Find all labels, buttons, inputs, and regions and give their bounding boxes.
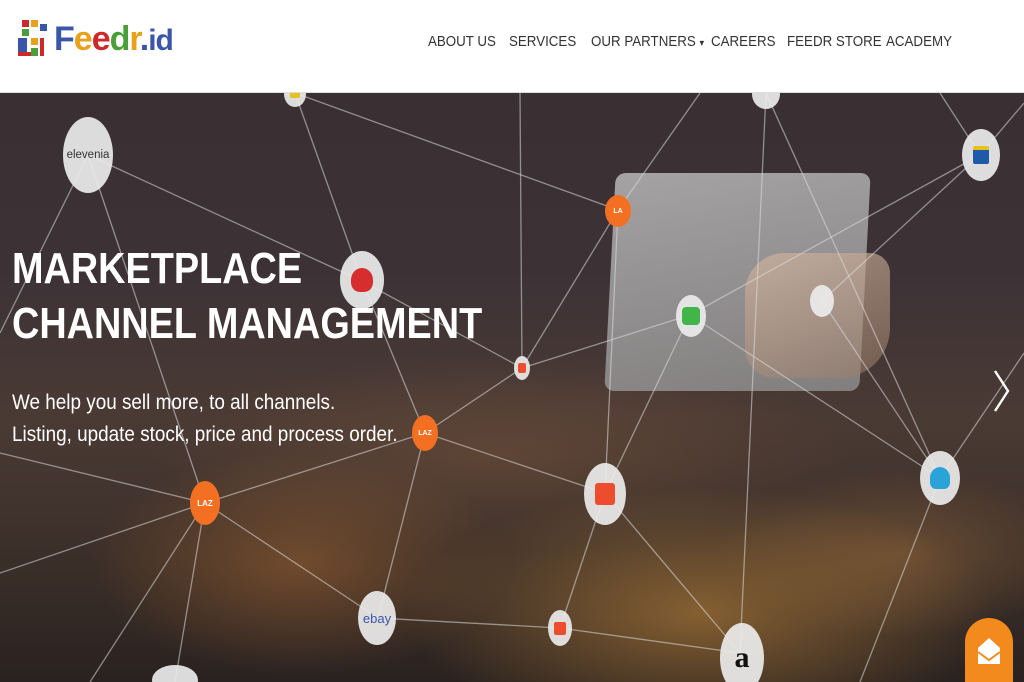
hero-subtitle: We help you sell more, to all channels. … xyxy=(12,387,398,451)
hero-title-line2: CHANNEL MANAGEMENT xyxy=(12,299,483,348)
envelope-icon xyxy=(977,638,1001,664)
nav-academy[interactable]: ACADEMY xyxy=(886,31,952,53)
nav-services[interactable]: SERVICES xyxy=(509,31,576,53)
nav-about-us[interactable]: ABOUT US xyxy=(428,31,496,53)
main-nav: ABOUT US SERVICES OUR PARTNERS ▾ CAREERS … xyxy=(0,31,1024,55)
elevenia-logo: elevenia xyxy=(63,117,113,193)
nav-feedr-store[interactable]: FEEDR STORE xyxy=(787,31,882,53)
ebay-logo: ebay xyxy=(358,591,396,645)
site-header: Feedr.id ABOUT US SERVICES OUR PARTNERS ▾… xyxy=(0,0,1024,93)
hero-subtitle-line1: We help you sell more, to all channels. xyxy=(12,391,336,414)
lazada-logo-left: LAZ xyxy=(190,481,220,525)
hero-title: MARKETPLACE CHANNEL MANAGEMENT xyxy=(12,241,482,351)
slider-next-button[interactable] xyxy=(988,367,1014,415)
shopee-bottom-logo xyxy=(548,610,572,646)
tokopedia-logo xyxy=(676,295,706,337)
nav-our-partners-label: OUR PARTNERS xyxy=(591,34,696,50)
mail-chat-button[interactable] xyxy=(965,618,1013,682)
bukalapak-mascot-logo xyxy=(920,451,960,505)
caret-down-icon: ▾ xyxy=(699,38,705,49)
nav-our-partners[interactable]: OUR PARTNERS ▾ xyxy=(591,31,704,55)
hero-title-line1: MARKETPLACE xyxy=(12,244,303,293)
shopee-logo xyxy=(584,463,626,525)
lazada-small-logo: LA xyxy=(605,195,631,227)
blibli-bag-logo xyxy=(962,129,1000,181)
nav-careers[interactable]: CAREERS xyxy=(711,31,776,53)
hero-slider: elevenia LA LAZ LAZ ebay a MARKETPLACE C… xyxy=(0,93,1024,682)
chevron-right-icon xyxy=(993,370,1010,412)
partner-node-hand xyxy=(810,285,834,317)
hero-subtitle-line2: Listing, update stock, price and process… xyxy=(12,423,398,446)
shopee-tiny-logo xyxy=(514,356,530,380)
lazada-logo-center: LAZ xyxy=(412,415,438,451)
